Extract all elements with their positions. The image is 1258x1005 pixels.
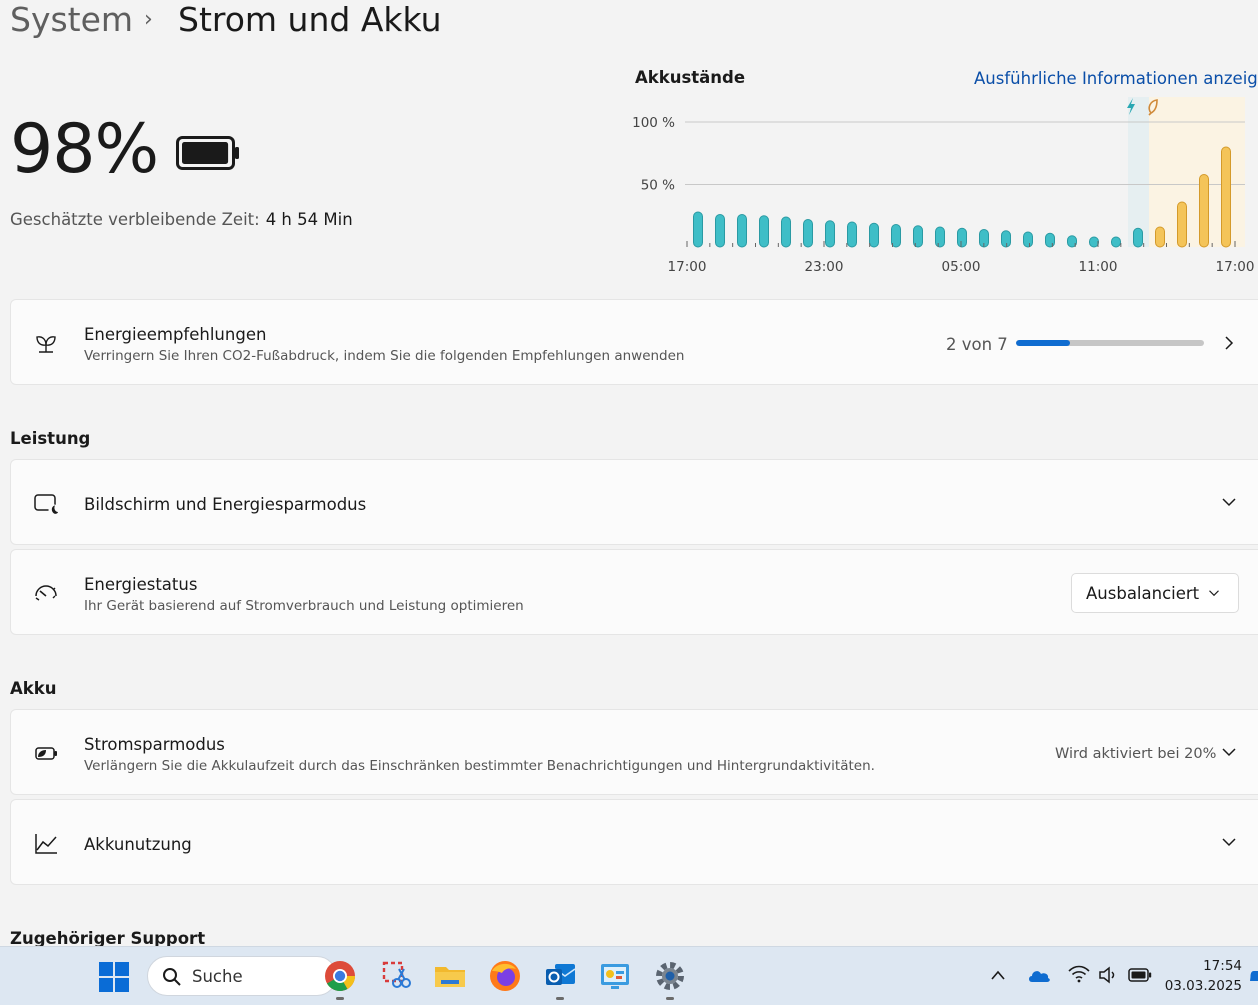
clock-date[interactable]: 03.03.2025 bbox=[1160, 977, 1242, 995]
charging-bar[interactable] bbox=[1155, 226, 1165, 248]
power-mode-title: Energiestatus bbox=[84, 575, 198, 594]
power-mode-card: Energiestatus Ihr Gerät basierend auf St… bbox=[10, 549, 1258, 635]
energy-recommendations-card[interactable]: Energieempfehlungen Verringern Sie Ihren… bbox=[10, 299, 1258, 385]
battery-saver-subtitle: Verlängern Sie die Akkulaufzeit durch da… bbox=[84, 758, 875, 774]
chevron-right-icon bbox=[1225, 336, 1234, 350]
battery-levels-chart[interactable]: 100 % 50 % 17:00 23:00 05:00 11:00 17:00 bbox=[620, 92, 1256, 282]
search-label: Suche bbox=[192, 967, 243, 986]
screen-sleep-card[interactable]: Bildschirm und Energiesparmodus bbox=[10, 459, 1258, 545]
x-tick-label: 17:00 bbox=[668, 259, 707, 275]
clock-time[interactable]: 17:54 bbox=[1180, 957, 1242, 975]
outlook-icon[interactable] bbox=[543, 959, 577, 993]
remaining-time: Geschätzte verbleibende Zeit: 4 h 54 Min bbox=[10, 209, 353, 231]
battery-usage-card[interactable]: Akkunutzung bbox=[10, 799, 1258, 885]
battery-percent: 98% bbox=[10, 110, 159, 189]
battery-levels-title: Akkustände bbox=[635, 68, 746, 87]
section-performance: Leistung bbox=[10, 429, 91, 448]
y-tick-label: 50 % bbox=[641, 178, 675, 194]
chevron-down-icon bbox=[1222, 498, 1236, 507]
usage-bar[interactable] bbox=[935, 226, 945, 248]
breadcrumb-system-link[interactable]: System bbox=[10, 0, 133, 40]
x-tick-label: 11:00 bbox=[1079, 259, 1118, 275]
notification-bell-icon[interactable] bbox=[1250, 969, 1258, 985]
settings-icon[interactable] bbox=[653, 959, 687, 993]
usage-bar[interactable] bbox=[759, 215, 769, 248]
volume-icon[interactable] bbox=[1098, 966, 1120, 984]
usage-bar[interactable] bbox=[825, 220, 835, 248]
power-mode-dropdown[interactable]: Ausbalanciert bbox=[1071, 573, 1239, 613]
chevron-down-icon bbox=[1209, 590, 1219, 597]
outlook-running-indicator bbox=[556, 997, 564, 1000]
usage-bar[interactable] bbox=[957, 227, 967, 248]
x-tick-label: 23:00 bbox=[805, 259, 844, 275]
usage-bar[interactable] bbox=[803, 219, 813, 248]
onedrive-icon[interactable] bbox=[1027, 967, 1051, 983]
usage-bar[interactable] bbox=[715, 214, 725, 248]
usage-bar[interactable] bbox=[737, 214, 747, 248]
snipping-tool-icon[interactable] bbox=[380, 959, 414, 993]
charging-bar[interactable] bbox=[1177, 201, 1187, 248]
usage-bar[interactable] bbox=[847, 221, 857, 248]
breadcrumb-separator: › bbox=[144, 7, 153, 32]
power-mode-subtitle: Ihr Gerät basierend auf Stromverbrauch u… bbox=[84, 598, 524, 614]
battery-saver-status: Wird aktiviert bei 20% bbox=[1055, 746, 1217, 762]
power-mode-value: Ausbalanciert bbox=[1086, 584, 1200, 603]
usage-bar[interactable] bbox=[1045, 232, 1055, 248]
recommendations-progress-fill bbox=[1016, 340, 1070, 346]
y-tick-label: 100 % bbox=[632, 115, 675, 131]
usage-bar[interactable] bbox=[781, 216, 791, 248]
battery-saver-icon bbox=[35, 747, 57, 760]
search-icon bbox=[163, 968, 181, 986]
gauge-icon bbox=[35, 585, 57, 601]
charging-bar[interactable] bbox=[1221, 146, 1231, 248]
recommendations-progress-bar bbox=[1016, 340, 1204, 346]
battery-saver-card[interactable]: Stromsparmodus Verlängern Sie die Akkula… bbox=[10, 709, 1258, 795]
settings-running-indicator bbox=[666, 997, 674, 1000]
section-battery: Akku bbox=[10, 679, 57, 698]
detailed-info-link[interactable]: Ausführliche Informationen anzeigen bbox=[974, 68, 1258, 90]
chrome-running-indicator bbox=[336, 997, 344, 1000]
remaining-time-label: Geschätzte verbleibende Zeit: bbox=[10, 210, 260, 229]
firefox-icon[interactable] bbox=[488, 959, 522, 993]
wifi-icon[interactable] bbox=[1068, 965, 1090, 983]
usage-bar[interactable] bbox=[1023, 231, 1033, 248]
usage-bar[interactable] bbox=[1111, 236, 1121, 248]
taskbar-search-box[interactable]: Suche bbox=[147, 956, 337, 996]
control-panel-icon[interactable] bbox=[598, 959, 632, 993]
windows-start-icon[interactable] bbox=[98, 961, 130, 993]
chevron-down-icon bbox=[1222, 838, 1236, 847]
energy-recommendations-subtitle: Verringern Sie Ihren CO2-Fußabdruck, ind… bbox=[84, 348, 685, 364]
battery-icon bbox=[176, 136, 239, 170]
chevron-up-icon[interactable] bbox=[990, 969, 1006, 981]
taskbar: Suche 17:54 03.03.2025 bbox=[0, 946, 1258, 1005]
energy-recommendations-title: Energieempfehlungen bbox=[84, 325, 267, 344]
file-explorer-icon[interactable] bbox=[433, 959, 467, 993]
usage-bar[interactable] bbox=[1089, 236, 1099, 248]
screen-sleep-icon bbox=[34, 494, 59, 516]
plugged-in-band bbox=[1128, 97, 1149, 247]
usage-bar[interactable] bbox=[1001, 230, 1011, 248]
battery-saver-title: Stromsparmodus bbox=[84, 735, 225, 754]
leaf-icon bbox=[36, 336, 56, 353]
screen-sleep-title: Bildschirm und Energiesparmodus bbox=[84, 495, 367, 514]
battery-tray-icon[interactable] bbox=[1128, 968, 1152, 982]
recommendations-count: 2 von 7 bbox=[946, 335, 1008, 354]
usage-bar[interactable] bbox=[869, 222, 879, 248]
remaining-time-value: 4 h 54 Min bbox=[265, 210, 353, 229]
x-tick-label: 05:00 bbox=[942, 259, 981, 275]
usage-bar[interactable] bbox=[1133, 227, 1143, 248]
x-tick-label: 17:00 bbox=[1216, 259, 1255, 275]
usage-bar[interactable] bbox=[693, 211, 703, 248]
chrome-icon[interactable] bbox=[323, 959, 357, 993]
page-title: Strom und Akku bbox=[178, 0, 442, 39]
chevron-down-icon bbox=[1222, 748, 1236, 757]
line-chart-icon bbox=[35, 834, 57, 854]
charging-bar[interactable] bbox=[1199, 174, 1209, 248]
battery-usage-title: Akkunutzung bbox=[84, 835, 192, 854]
